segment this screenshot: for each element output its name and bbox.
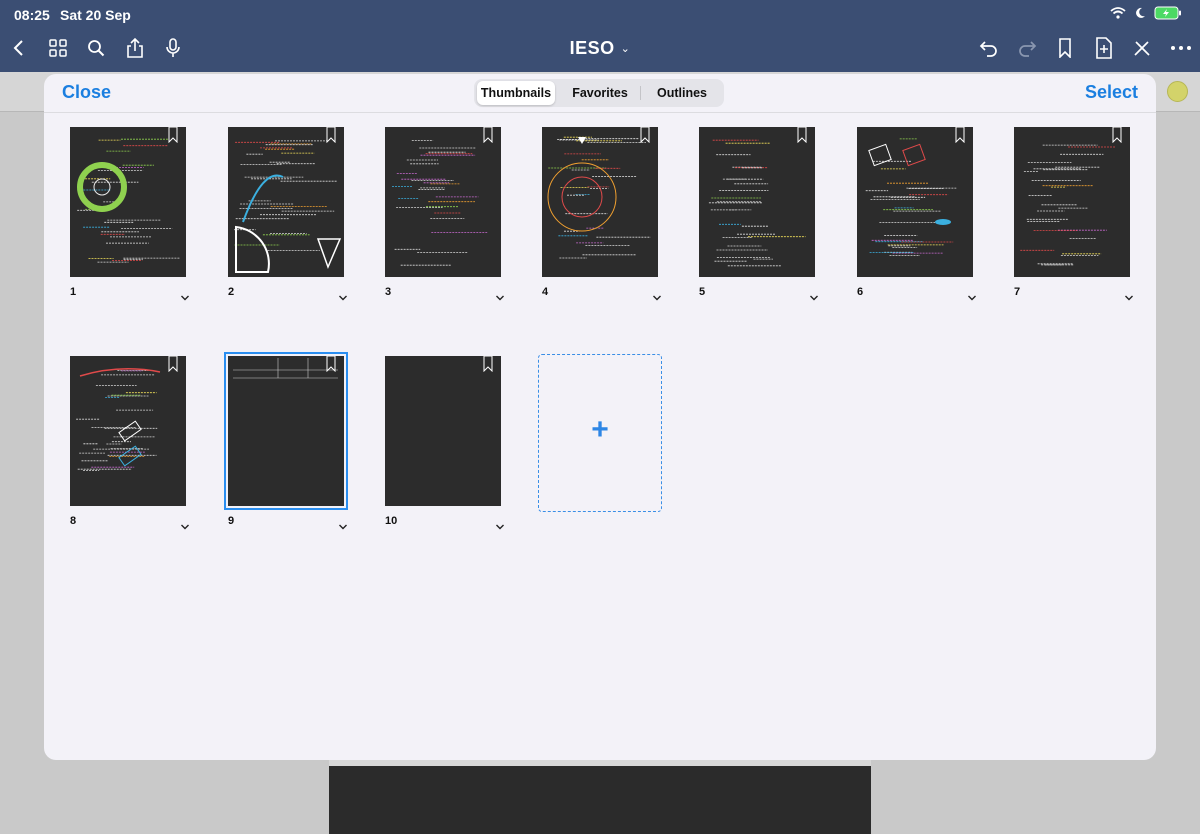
bookmark-icon — [797, 127, 807, 143]
status-date: Sat 20 Sep — [60, 7, 131, 23]
page-options-chevron-icon[interactable] — [652, 289, 664, 301]
bookmark-icon — [326, 127, 336, 143]
bookmark-icon — [483, 127, 493, 143]
more-icon[interactable] — [1168, 35, 1194, 61]
bookmark-icon — [955, 127, 965, 143]
document-title-text: IESO — [569, 38, 615, 58]
page-content-preview — [708, 139, 806, 267]
page-content-preview — [865, 138, 957, 257]
tab-thumbnails[interactable]: Thumbnails — [477, 81, 555, 105]
page-content-preview — [392, 140, 488, 266]
tab-favorites[interactable]: Favorites — [560, 81, 640, 105]
plus-icon: + — [591, 413, 609, 446]
page-options-chevron-icon[interactable] — [180, 289, 192, 301]
page-number: 2 — [228, 286, 235, 298]
page-content-preview — [233, 358, 338, 379]
page-options-chevron-icon[interactable] — [338, 518, 350, 530]
status-time: 08:25 — [14, 7, 50, 23]
add-page-icon[interactable] — [1091, 35, 1117, 61]
page-options-chevron-icon[interactable] — [180, 518, 192, 530]
pen-off-icon[interactable] — [1129, 35, 1155, 61]
page-options-chevron-icon[interactable] — [495, 518, 507, 530]
page-number: 7 — [1014, 286, 1021, 298]
page-number: 5 — [699, 286, 706, 298]
close-button[interactable]: Close — [62, 82, 111, 103]
page-thumbnail[interactable] — [70, 127, 186, 277]
wifi-icon — [1110, 7, 1126, 19]
page-thumbnail[interactable] — [224, 352, 348, 510]
page-thumbnail[interactable] — [228, 127, 344, 277]
battery-charging-icon — [1154, 6, 1181, 20]
status-indicators — [1110, 6, 1182, 20]
page-content-preview — [1020, 144, 1116, 266]
page-content-preview — [77, 138, 181, 263]
page-number: 1 — [70, 286, 77, 298]
page-number: 6 — [857, 286, 864, 298]
bookmark-icon — [1112, 127, 1122, 143]
divider — [640, 86, 641, 100]
page-options-chevron-icon[interactable] — [967, 289, 979, 301]
document-page-preview — [329, 760, 871, 834]
page-content-preview — [76, 368, 161, 471]
page-options-chevron-icon[interactable] — [1124, 289, 1136, 301]
view-segmented-control: Thumbnails Favorites Outlines — [474, 79, 724, 107]
moon-icon — [1136, 7, 1145, 18]
page-manager-sheet: Close Thumbnails Favorites Outlines Sele… — [44, 74, 1156, 760]
undo-icon[interactable] — [976, 35, 1002, 61]
page-number: 8 — [70, 515, 77, 527]
page-options-chevron-icon[interactable] — [495, 289, 507, 301]
bookmark-icon — [326, 356, 336, 372]
page-thumbnail[interactable] — [857, 127, 973, 277]
bookmark-icon — [483, 356, 493, 372]
add-page-button[interactable]: + — [538, 354, 662, 512]
page-number: 9 — [228, 515, 235, 527]
tab-outlines[interactable]: Outlines — [642, 81, 722, 105]
page-thumbnail[interactable] — [385, 127, 501, 277]
page-thumbnail[interactable] — [1014, 127, 1130, 277]
page-number: 4 — [542, 286, 549, 298]
page-thumbnail[interactable] — [385, 356, 501, 506]
page-thumbnail[interactable] — [542, 127, 658, 277]
page-content-preview — [547, 136, 651, 259]
page-content-preview — [234, 140, 342, 273]
select-button[interactable]: Select — [1085, 82, 1138, 103]
page-number: 3 — [385, 286, 392, 298]
bookmark-icon[interactable] — [1052, 35, 1078, 61]
redo-icon[interactable] — [1014, 35, 1040, 61]
app-toolbar: 08:25 Sat 20 Sep IESO ⌄ — [0, 0, 1200, 72]
chevron-down-icon: ⌄ — [620, 43, 631, 55]
page-content-preview — [385, 356, 501, 506]
bookmark-icon — [168, 127, 178, 143]
bookmark-icon — [640, 127, 650, 143]
page-number: 10 — [385, 515, 398, 527]
page-thumbnail[interactable] — [699, 127, 815, 277]
page-options-chevron-icon[interactable] — [338, 289, 350, 301]
page-options-chevron-icon[interactable] — [809, 289, 821, 301]
bookmark-icon — [168, 356, 178, 372]
sheet-header: Close Thumbnails Favorites Outlines Sele… — [44, 74, 1156, 113]
color-indicator-dot — [1167, 81, 1188, 102]
page-thumbnail[interactable] — [70, 356, 186, 506]
